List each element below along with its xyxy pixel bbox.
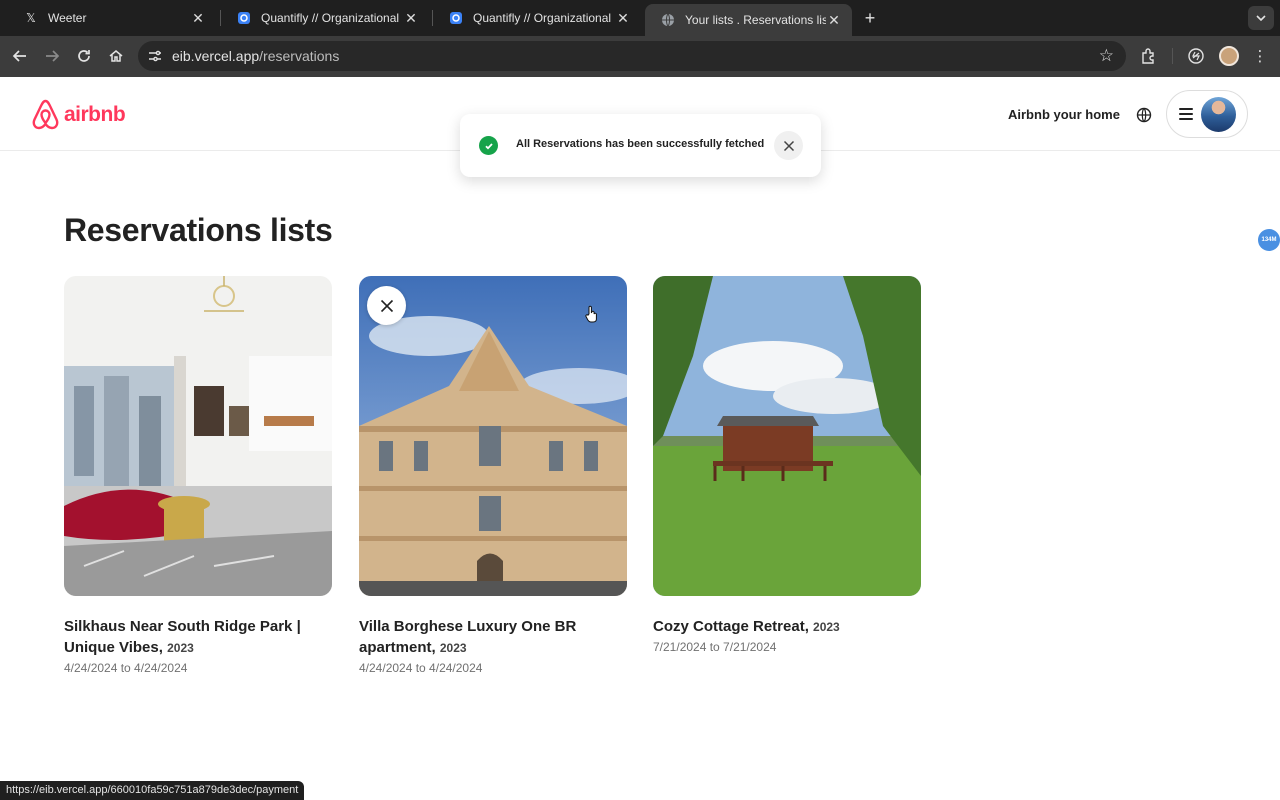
page-content: airbnb Airbnb your home All Reservations…: [0, 77, 1280, 800]
success-toast: All Reservations has been successfully f…: [460, 114, 821, 177]
bookmark-star-icon[interactable]: ☆: [1099, 46, 1114, 66]
listing-year: 2023: [439, 641, 467, 655]
close-icon: [783, 140, 794, 151]
listing-title[interactable]: Silkhaus Near South Ridge Park | Unique …: [64, 616, 332, 659]
new-tab-button[interactable]: +: [858, 6, 882, 30]
close-icon[interactable]: ✕: [615, 10, 631, 26]
more-menu-icon[interactable]: ⋮: [1249, 45, 1271, 67]
airbnb-logo[interactable]: airbnb: [31, 99, 126, 130]
reservation-dates: 4/24/2024 to 4/24/2024: [359, 661, 483, 675]
quantifly-icon: [237, 11, 251, 25]
toolbar-separator: [1172, 48, 1173, 64]
hand-cursor-icon: [585, 305, 599, 328]
reservation-card[interactable]: Silkhaus Near South Ridge Park | Unique …: [64, 276, 332, 675]
close-icon[interactable]: ✕: [190, 10, 206, 26]
tab-reservations-active[interactable]: Your lists . Reservations lists ✕: [645, 4, 852, 36]
airbnb-your-home-link[interactable]: Airbnb your home: [996, 103, 1132, 126]
listing-year: 2023: [813, 620, 840, 634]
status-bar-url: https://eib.vercel.app/660010fa59c751a87…: [0, 781, 305, 800]
reload-icon[interactable]: [72, 44, 96, 68]
quantifly-icon: [449, 11, 463, 25]
listing-photo-living-room[interactable]: [64, 276, 332, 596]
tab-quantifly-2[interactable]: Quantifly // Organizational Di ✕: [433, 0, 641, 36]
globe-icon[interactable]: [1132, 103, 1156, 127]
extensions-icon[interactable]: [1138, 45, 1160, 67]
listing-name: Cozy Cottage Retreat,: [653, 618, 809, 635]
listing-photo-cottage[interactable]: [653, 276, 921, 596]
tab-weeter[interactable]: 𝕏 Weeter ✕: [8, 0, 216, 36]
listing-title[interactable]: Villa Borghese Luxury One BR apartment, …: [359, 616, 627, 659]
user-menu-button[interactable]: [1166, 90, 1248, 138]
tab-title: Quantifly // Organizational Di: [261, 11, 403, 25]
back-arrow-icon[interactable]: [8, 44, 32, 68]
brand-wordmark: airbnb: [64, 102, 126, 126]
browser-toolbar: eib.vercel.app/reservations ☆ ⋮: [0, 36, 1280, 77]
tab-quantifly-1[interactable]: Quantifly // Organizational Di ✕: [221, 0, 429, 36]
reservation-card[interactable]: Cozy Cottage Retreat, 2023 7/21/2024 to …: [653, 276, 921, 654]
page-title: Reservations lists: [64, 212, 333, 248]
browser-tab-strip: 𝕏 Weeter ✕ Quantifly // Organizational D…: [0, 0, 1280, 36]
url-text: eib.vercel.app/reservations: [172, 48, 339, 64]
reservation-dates: 7/21/2024 to 7/21/2024: [653, 640, 777, 654]
x-logo-icon: 𝕏: [26, 11, 36, 25]
reservation-dates: 4/24/2024 to 4/24/2024: [64, 661, 188, 675]
address-bar[interactable]: eib.vercel.app/reservations ☆: [138, 41, 1126, 71]
toast-close-button[interactable]: [774, 131, 803, 160]
profile-avatar[interactable]: [1219, 46, 1239, 66]
close-icon: [380, 299, 393, 312]
listing-title[interactable]: Cozy Cottage Retreat, 2023: [653, 616, 921, 638]
tab-title: Quantifly // Organizational Di: [473, 11, 615, 25]
listing-name: Villa Borghese Luxury One BR apartment,: [359, 618, 577, 656]
success-check-icon: [479, 136, 498, 155]
tab-title: Your lists . Reservations lists: [685, 13, 826, 27]
extension-shield-icon[interactable]: [1185, 45, 1207, 67]
home-icon[interactable]: [104, 44, 128, 68]
remove-reservation-button[interactable]: [367, 286, 406, 325]
reservation-card[interactable]: Villa Borghese Luxury One BR apartment, …: [359, 276, 627, 675]
hamburger-menu-icon: [1179, 108, 1193, 120]
url-path: /reservations: [259, 48, 340, 64]
url-host: eib.vercel.app: [172, 48, 260, 64]
close-icon[interactable]: ✕: [826, 12, 842, 28]
tab-title: Weeter: [48, 11, 87, 25]
user-avatar: [1201, 97, 1236, 132]
tab-search-chevron-icon[interactable]: [1248, 6, 1274, 30]
close-icon[interactable]: ✕: [403, 10, 419, 26]
listing-year: 2023: [167, 641, 194, 655]
toast-message: All Reservations has been successfully f…: [516, 138, 765, 150]
globe-icon: [661, 13, 675, 27]
airbnb-belo-icon: [32, 99, 59, 130]
site-info-icon[interactable]: [140, 41, 170, 71]
forward-arrow-icon[interactable]: [40, 44, 64, 68]
floating-badge[interactable]: 134M: [1258, 229, 1280, 251]
